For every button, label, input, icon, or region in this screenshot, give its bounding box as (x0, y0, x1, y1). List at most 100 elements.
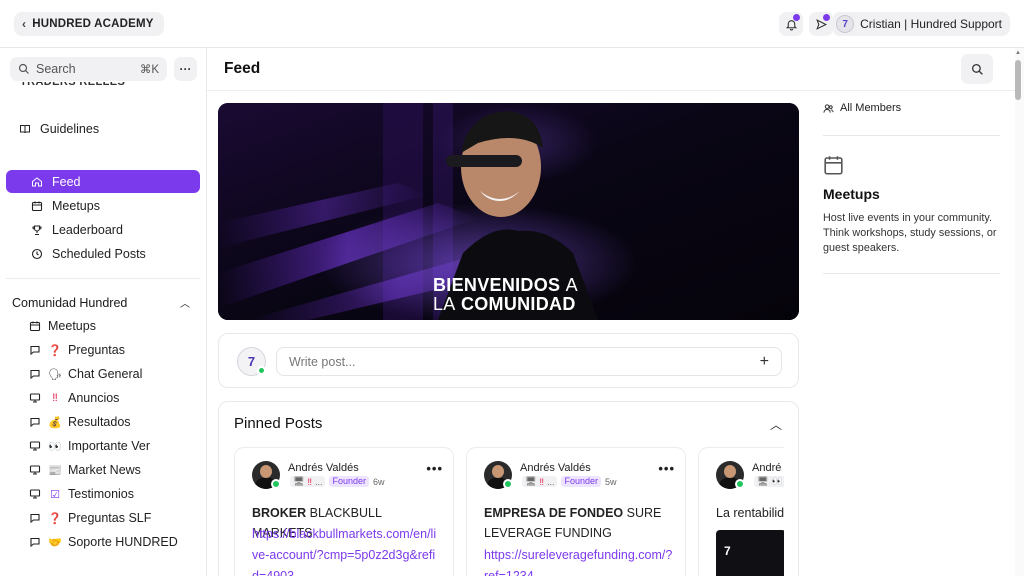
scroll-up-arrow[interactable]: ▲ (1015, 50, 1021, 56)
channel-emoji-icon: 👀 (48, 440, 62, 453)
sidebar-channel-resultados[interactable]: 💰 Resultados (6, 411, 200, 433)
meetups-description: Host live events in your community. Thin… (823, 212, 997, 254)
page-scrollbar[interactable] (1015, 48, 1024, 576)
post-meta: 🖥 ‼... Founder 6w (290, 476, 385, 487)
banner-line1: BIENVENIDOS (433, 275, 561, 295)
calendar-icon (28, 320, 42, 332)
monitor-icon (28, 440, 42, 452)
messages-button[interactable] (809, 12, 833, 36)
channel-label: Testimonios (68, 487, 134, 501)
more-options-button[interactable]: ··· (174, 57, 197, 81)
home-icon (30, 176, 44, 188)
post-title-rest: La rentabilid (716, 506, 784, 520)
monitor-icon (28, 392, 42, 404)
monitor-icon (28, 488, 42, 500)
sidebar-search[interactable]: Search ⌘K (10, 57, 167, 81)
sidebar-channel-soporte-hundred[interactable]: 🤝 Soporte HUNDRED (6, 531, 200, 553)
online-status-dot (257, 366, 266, 375)
channel-emoji-icon: ‼ (52, 392, 58, 404)
space-chip: 🖥 ‼... (522, 476, 558, 487)
pinned-post-card[interactable]: Andrés Valdés 🖥 ‼... Founder 6w ••• BROKE… (234, 447, 454, 576)
online-status-dot (271, 479, 281, 489)
sidebar-channel-importante-ver[interactable]: 👀 Importante Ver (6, 435, 200, 457)
post-options-button[interactable]: ••• (658, 461, 675, 476)
channel-emoji-icon: 🤝 (48, 536, 62, 549)
sidebar-item-label: Meetups (52, 198, 100, 213)
channel-label: Market News (68, 463, 141, 477)
sidebar-item-label: Feed (52, 174, 81, 189)
channel-emoji-icon: ❓ (48, 344, 62, 357)
all-members-label: All Members (840, 102, 902, 114)
brand-name: HUNDRED ACADEMY (32, 18, 154, 30)
sidebar-divider (6, 278, 200, 279)
pinned-post-card[interactable]: André 🖥 👀 La rentabilid 7 (698, 447, 784, 576)
space-name: ... (546, 476, 555, 487)
channel-label: Soporte HUNDRED (68, 535, 178, 549)
clock-icon (30, 248, 44, 260)
notifications-button[interactable] (779, 12, 803, 36)
channel-label: Anuncios (68, 391, 120, 405)
post-title: La rentabilid (716, 503, 784, 523)
chevron-left-icon: ‹ (22, 17, 27, 31)
book-icon (18, 123, 32, 135)
meetups-title: Meetups (823, 186, 880, 202)
post-link[interactable]: https://blackbullmarkets.com/en/live-acc… (252, 524, 442, 576)
banner-line2b: COMUNIDAD (460, 294, 576, 314)
pinned-post-card[interactable]: Andrés Valdés 🖥 ‼... Founder 5w ••• EMPRE… (466, 447, 686, 576)
calendar-icon (824, 156, 843, 175)
sidebar-channel-market-news[interactable]: 📰 Market News (6, 459, 200, 481)
write-post-input[interactable]: Write post... + (276, 347, 782, 376)
post-link[interactable]: https://sureleveragefunding.com/?ref=123… (484, 545, 674, 576)
sidebar-item-meetups[interactable]: Meetups (6, 194, 200, 217)
founder-badge: Founder (329, 476, 369, 487)
chat-icon (28, 536, 42, 548)
feed-search-button[interactable] (961, 54, 993, 84)
chevron-up-icon: ︿ (180, 299, 190, 310)
founder-badge: Founder (561, 476, 601, 487)
back-to-community-button[interactable]: ‹ HUNDRED ACADEMY (14, 12, 164, 36)
sidebar-item-feed[interactable]: Feed (6, 170, 200, 193)
sidebar-channel-testimonios[interactable]: ☑ Testimonios (6, 483, 200, 505)
post-author: Andrés Valdés (520, 462, 591, 474)
sidebar-item-guidelines[interactable]: Guidelines (6, 117, 200, 140)
academy-logo-icon: 7 (724, 544, 731, 558)
online-status-dot (503, 479, 513, 489)
scrollbar-thumb[interactable] (1015, 60, 1021, 100)
page-title: Feed (224, 60, 261, 77)
pinned-posts-title: Pinned Posts (234, 415, 323, 432)
banner-line2a: LA (433, 294, 456, 314)
plus-icon[interactable]: + (760, 353, 769, 371)
channel-label: Preguntas (68, 343, 125, 357)
post-meta: 🖥 👀 (754, 476, 784, 487)
post-composer: 7 Write post... + (218, 333, 799, 388)
sidebar-channel-anuncios[interactable]: ‼ Anuncios (6, 387, 200, 409)
sidebar-item-leaderboard[interactable]: Leaderboard (6, 218, 200, 241)
exclamation-icon: ‼ (539, 476, 544, 487)
trophy-icon (30, 224, 44, 236)
clipped-nav-label: TRADERS RELLES (20, 82, 126, 88)
channel-emoji-icon: 🗣 (48, 368, 62, 381)
channel-label: Chat General (68, 367, 143, 381)
sidebar-channel-preguntas[interactable]: ❓ Preguntas (6, 339, 200, 361)
sidebar-channel-chat-general[interactable]: 🗣 Chat General (6, 363, 200, 385)
all-members-link[interactable]: All Members (823, 102, 901, 114)
monitor-icon: 🖥 (293, 476, 305, 486)
post-age: 5w (604, 476, 617, 487)
post-title-bold: EMPRESA DE FONDEO (484, 506, 624, 520)
online-status-dot (735, 479, 745, 489)
monitor-icon: 🖥 (525, 476, 537, 486)
sidebar-channel-meetups[interactable]: Meetups (6, 315, 200, 337)
sidebar-item-label: Guidelines (40, 121, 100, 136)
sidebar-item-label: Scheduled Posts (52, 246, 146, 261)
chat-icon (28, 344, 42, 356)
monitor-icon: 🖥 (757, 476, 769, 486)
section-header-comunidad[interactable]: Comunidad Hundred ︿ (12, 295, 190, 311)
pinned-posts-carousel: Andrés Valdés 🖥 ‼... Founder 6w ••• BROKE… (234, 447, 784, 576)
post-options-button[interactable]: ••• (426, 461, 443, 476)
sidebar-channel-preguntas-slf[interactable]: ❓ Preguntas SLF (6, 507, 200, 529)
space-chip: 🖥 👀 (754, 476, 784, 487)
user-menu-button[interactable]: 7 Cristian | Hundred Support (832, 12, 1010, 36)
sidebar-item-scheduled-posts[interactable]: Scheduled Posts (6, 242, 200, 265)
chevron-up-icon[interactable]: ︿ (770, 416, 782, 433)
pinned-posts-section: Pinned Posts ︿ Andrés Valdés 🖥 ‼... Found… (218, 401, 799, 576)
